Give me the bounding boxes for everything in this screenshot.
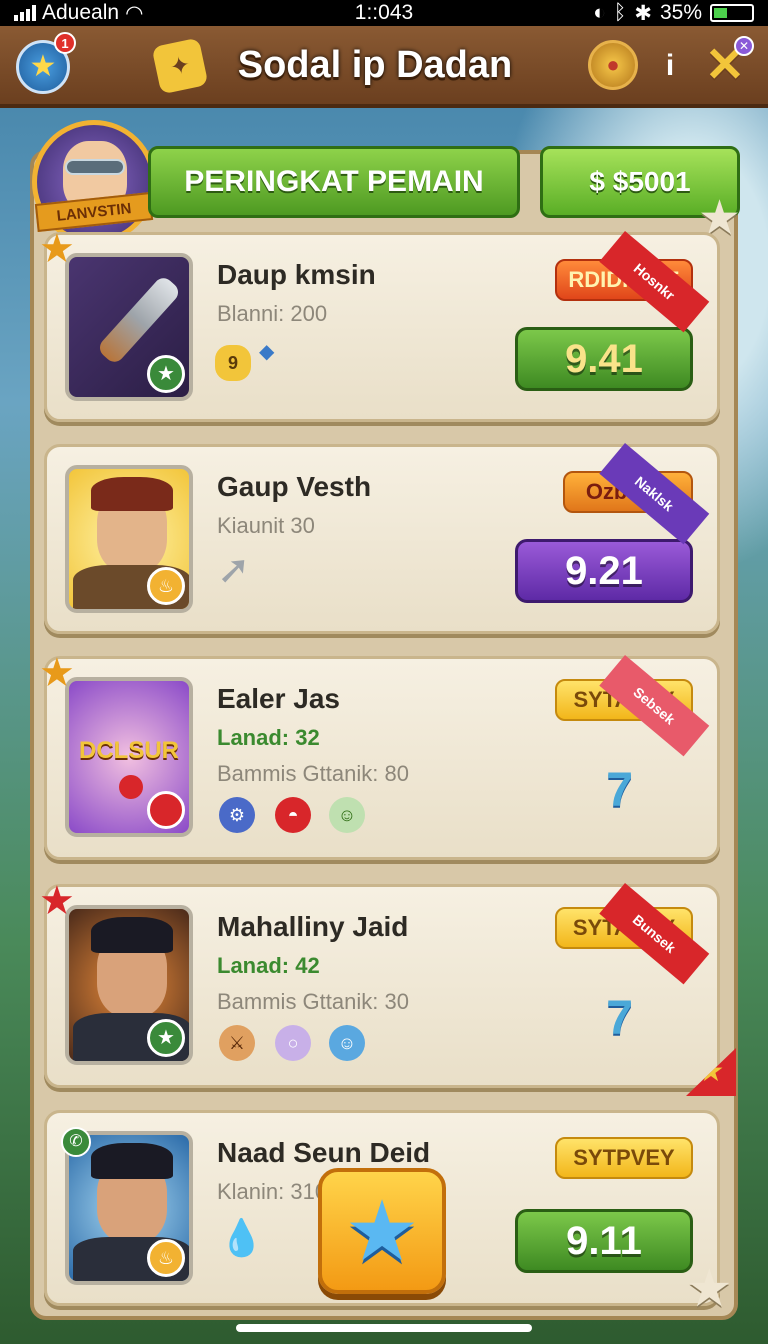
info-icon: i xyxy=(665,49,675,82)
rank-star-icon: ★ xyxy=(39,651,75,695)
star-badge-icon: ★ xyxy=(147,1019,185,1057)
player-portrait: DCLSUR xyxy=(65,677,193,837)
status-bar: Aduealn ◠ 1::043 ◐ ᛒ ✱ 35% xyxy=(0,0,768,26)
score-display: 9.21 xyxy=(515,539,693,603)
coin-bag-icon: ● xyxy=(606,52,620,77)
player-stat: Kiaunit 30 xyxy=(217,513,315,538)
settings-dot: ✕ xyxy=(734,36,754,56)
rank-star-icon: ★ xyxy=(39,227,75,271)
player-name: Gaup Vesth xyxy=(217,471,372,502)
favorite-button[interactable]: ★ xyxy=(318,1168,446,1294)
companion-icon: ☺ xyxy=(329,1025,365,1061)
player-name: Mahalliny Jaid xyxy=(217,911,409,942)
avatar-goggles xyxy=(65,159,125,175)
player-stat: Bammis Gttanik: 30 xyxy=(217,989,409,1014)
rank-change-icon: 7 xyxy=(606,764,633,817)
drop-icon: 💧 xyxy=(219,1217,264,1258)
helmet-icon: ◓ xyxy=(275,797,311,833)
battery-icon xyxy=(710,4,754,22)
puzzle-icon: ✦ xyxy=(167,50,193,82)
fire-badge-icon: ♨ xyxy=(147,1239,185,1277)
coin-bag-button[interactable]: ● xyxy=(588,40,638,90)
cannon-icon: ⚙ xyxy=(219,797,255,833)
weapon-icon xyxy=(95,274,183,366)
hero-hair xyxy=(91,477,173,511)
level-star-icon: 9 xyxy=(215,345,251,381)
status-tag: SYTPVEY xyxy=(555,1137,693,1179)
mirror-icon: ○ xyxy=(275,1025,311,1061)
sword-icon: ⚔ xyxy=(219,1025,255,1061)
star-badge-icon: ★ xyxy=(147,355,185,393)
blue-star-icon: ★ xyxy=(344,1184,420,1278)
star-icon: ★ xyxy=(29,50,57,83)
hero-hair xyxy=(91,917,173,953)
player-level: Lanad: 32 xyxy=(217,725,320,750)
score-display: 9.11 xyxy=(515,1209,693,1273)
player-portrait: ★ xyxy=(65,253,193,401)
player-stat: Blanni: 200 xyxy=(217,301,328,326)
player-card[interactable]: ★ ★ Daup kmsin Blanni: 200 9 ◆ RDIDISINE… xyxy=(39,229,720,422)
rank-star-icon: ★ xyxy=(39,879,75,923)
mascot-nose xyxy=(119,775,143,799)
phone-icon: ✆ xyxy=(61,1127,91,1157)
player-name: Naad Seun Deid xyxy=(217,1137,431,1168)
bottom-star-icon[interactable]: ★ xyxy=(686,1262,740,1316)
home-indicator[interactable] xyxy=(236,1324,532,1332)
gem-icon: ◆ xyxy=(259,341,275,363)
player-portrait: ♨ xyxy=(65,465,193,613)
arrow-icon: ➚ xyxy=(217,548,251,592)
player-portrait: ★ xyxy=(65,905,193,1065)
player-card[interactable]: ★ ★ Mahalliny Jaid Lanad: 42 Bammis Gtta… xyxy=(39,881,720,1088)
friend-add-icon: ☺ xyxy=(329,797,365,833)
portrait-title: DCLSUR xyxy=(79,737,179,764)
hero-hair xyxy=(91,1143,173,1179)
player-name: Ealer Jas xyxy=(217,683,340,714)
screen-title: Sodal ip Dadan xyxy=(237,44,513,86)
clock: 1::043 xyxy=(354,1,414,24)
rank-change-icon: 7 xyxy=(606,992,633,1045)
ranking-button[interactable]: PERINGKAT PEMAIN xyxy=(148,146,520,218)
player-card[interactable]: DCLSUR ★ Ealer Jas Lanad: 32 Bammis Gtta… xyxy=(39,653,720,860)
info-button[interactable]: i xyxy=(648,44,692,88)
player-name: Daup kmsin xyxy=(217,259,376,290)
player-stat: Klanin: 310 xyxy=(217,1179,328,1204)
player-card[interactable]: ♨ Gaup Vesth Kiaunit 30 ➚ Ozbas 1 9.21 N… xyxy=(44,443,720,634)
fire-badge-icon: ♨ xyxy=(147,567,185,605)
notification-badge: 1 xyxy=(54,32,76,54)
record-badge-icon xyxy=(147,791,185,829)
player-stat: Bammis Gttanik: 80 xyxy=(217,761,409,786)
score-display: 9.41 xyxy=(515,327,693,391)
player-level: Lanad: 42 xyxy=(217,953,320,978)
